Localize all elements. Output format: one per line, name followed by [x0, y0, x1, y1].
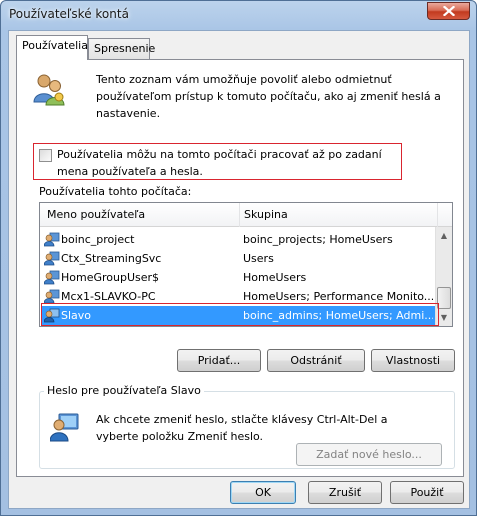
apply-button[interactable]: Použiť — [390, 481, 464, 504]
window-title: Používateľské kontá — [9, 7, 129, 21]
user-accounts-window: Používateľské kontá Používatelia Spresne… — [0, 0, 477, 516]
row-group: HomeUsers; Performance Monito... — [243, 290, 433, 303]
intro-text: Tento zoznam vám umožňuje povoliť alebo … — [96, 73, 441, 120]
column-header-username[interactable]: Meno používateľa — [47, 208, 145, 221]
add-user-button[interactable]: Pridať... — [177, 349, 261, 372]
dialog-client-area: Používatelia Spresnenie Tento zoznam vám… — [8, 30, 470, 509]
must-logon-label[interactable]: Používatelia môžu na tomto počítači prac… — [57, 146, 397, 180]
row-group: boinc_projects; HomeUsers — [243, 233, 393, 246]
user-account-icon — [50, 413, 79, 442]
selected-row-highlight — [41, 303, 439, 326]
set-password-button[interactable]: Zadať nové heslo... — [296, 443, 442, 466]
user-icon — [44, 232, 60, 247]
password-info-text: Ak chcete zmeniť heslo, stlačte klávesy … — [96, 413, 388, 443]
row-group: Users — [243, 252, 274, 265]
row-username: Ctx_StreamingSvc — [61, 252, 162, 265]
row-username: boinc_project — [61, 233, 135, 246]
users-tab-panel: Tento zoznam vám umožňuje povoliť alebo … — [16, 59, 464, 477]
tab-users-label: Používatelia — [22, 39, 88, 52]
user-icon — [44, 251, 60, 266]
remove-user-button[interactable]: Odstrániť — [267, 349, 365, 372]
scrollbar-thumb[interactable] — [437, 287, 451, 309]
properties-button[interactable]: Vlastnosti — [371, 349, 455, 372]
row-username: HomeGroupUser$ — [61, 271, 160, 284]
title-bar[interactable]: Používateľské kontá — [1, 1, 476, 29]
tab-advanced[interactable]: Spresnenie — [88, 38, 155, 59]
scroll-up-icon[interactable]: ▲ — [436, 227, 452, 244]
row-group: HomeUsers — [243, 271, 307, 284]
user-icon — [44, 270, 60, 285]
ok-button[interactable]: OK — [230, 481, 296, 504]
list-row[interactable]: Ctx_StreamingSvc Users — [41, 249, 435, 268]
password-group-legend: Heslo pre používateľa Slavo — [44, 384, 204, 397]
list-row[interactable]: HomeGroupUser$ HomeUsers — [41, 268, 435, 287]
column-divider[interactable] — [239, 203, 240, 227]
column-header-group[interactable]: Skupina — [244, 208, 288, 221]
tab-users[interactable]: Používatelia — [16, 35, 88, 60]
tab-advanced-label: Spresnenie — [94, 42, 156, 55]
user-icon — [44, 289, 60, 304]
close-button[interactable] — [427, 2, 470, 20]
column-divider[interactable] — [437, 203, 438, 227]
cancel-button[interactable]: Zrušiť — [308, 481, 382, 504]
users-icon — [33, 74, 65, 106]
close-icon — [442, 6, 455, 16]
must-logon-checkbox[interactable] — [39, 149, 52, 162]
row-username: Mcx1-SLAVKO-PC — [61, 290, 156, 303]
list-row[interactable]: boinc_project boinc_projects; HomeUsers — [41, 230, 435, 249]
users-list-label: Používatelia tohto počítača: — [39, 185, 192, 198]
list-header: Meno používateľa Skupina — [40, 203, 452, 227]
